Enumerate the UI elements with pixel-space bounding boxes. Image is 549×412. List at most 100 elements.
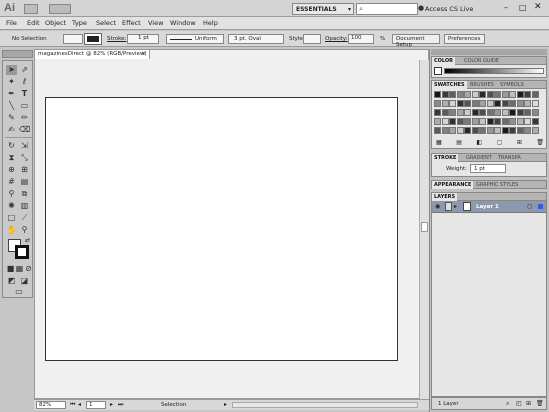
swatch-chip[interactable] (531, 91, 539, 98)
swatch-chip[interactable] (509, 100, 516, 107)
scale-tool-icon[interactable]: ⇲ (19, 141, 30, 151)
cs-live-link[interactable]: Access CS Live (425, 5, 473, 13)
swatch-chip[interactable] (456, 118, 464, 125)
new-layer-icon[interactable]: ⊞ (526, 400, 531, 407)
document-setup-button[interactable]: Document Setup (392, 34, 440, 48)
brush-definition[interactable]: 3 pt. Oval (228, 34, 284, 44)
stroke-label[interactable]: Stroke: (107, 36, 126, 42)
symbol-sprayer-tool-icon[interactable]: ✺ (6, 201, 17, 211)
scroll-thumb[interactable] (421, 222, 428, 232)
swatch-chip[interactable] (501, 127, 509, 134)
next-artboard-icon[interactable]: ▸ (110, 401, 113, 408)
expand-layer-icon[interactable]: ▸ (454, 203, 457, 210)
swatch-chip[interactable] (494, 109, 501, 116)
workspace-switcher[interactable]: ESSENTIALS ▾ (292, 3, 354, 15)
column-graph-tool-icon[interactable]: ▥ (19, 201, 30, 211)
menu-type[interactable]: Type (72, 19, 87, 27)
vertical-scrollbar[interactable] (419, 60, 429, 399)
swatch-chip[interactable] (516, 109, 524, 116)
rotate-tool-icon[interactable]: ↻ (6, 141, 17, 151)
swatch-chip[interactable] (516, 118, 524, 125)
swatch-chip[interactable] (456, 127, 464, 134)
pen-tool-icon[interactable]: ✒ (6, 89, 17, 99)
horizontal-scrollbar[interactable] (232, 402, 418, 408)
go-to-bridge-button[interactable] (24, 4, 38, 14)
tab-graphic-styles[interactable]: GRAPHIC STYLES (474, 181, 520, 189)
stroke-color-box[interactable] (15, 245, 29, 259)
swatch-chip[interactable] (486, 118, 494, 125)
tab-transparency[interactable]: TRANSPA (496, 154, 523, 162)
color-spectrum-bar[interactable] (444, 68, 544, 74)
menu-object[interactable]: Object (45, 19, 66, 27)
tab-swatches[interactable]: SWATCHES (432, 81, 467, 89)
tab-color-guide[interactable]: COLOR GUIDE (462, 57, 501, 65)
pencil-tool-icon[interactable]: ✏ (19, 113, 30, 123)
first-artboard-icon[interactable]: ⏮ (70, 401, 75, 409)
swatch-chip[interactable] (516, 100, 524, 107)
selection-tool-icon[interactable]: ➤ (6, 65, 17, 75)
swatch-chip[interactable] (456, 100, 464, 107)
swatch-chip[interactable] (471, 118, 479, 125)
swatch-chip[interactable] (501, 91, 509, 98)
stroke-weight-field[interactable]: 1 pt (127, 34, 159, 44)
weight-field[interactable]: 1 pt (470, 164, 506, 173)
swatch-chip[interactable] (524, 109, 531, 116)
direct-selection-tool-icon[interactable]: ⇗ (19, 65, 30, 75)
draw-normal-icon[interactable]: ◩ (6, 276, 17, 286)
swatch-chip[interactable] (479, 100, 486, 107)
swatch-chip[interactable] (501, 100, 509, 107)
clipping-mask-icon[interactable]: ◰ (516, 400, 522, 407)
lasso-tool-icon[interactable]: ℓ (19, 77, 30, 87)
menu-edit[interactable]: Edit (27, 19, 40, 27)
swatch-chip[interactable] (449, 118, 456, 125)
artboard-tool-icon[interactable]: □ (6, 213, 17, 223)
target-circle-icon[interactable]: ○ (527, 203, 532, 210)
line-segment-tool-icon[interactable]: ╲ (6, 101, 17, 111)
hand-tool-icon[interactable]: ✋ (6, 225, 17, 235)
arrange-documents-button[interactable] (49, 4, 71, 14)
menu-window[interactable]: Window (170, 19, 196, 27)
help-search-input[interactable]: ⌕ (356, 3, 418, 15)
panel-dock-header[interactable] (431, 49, 547, 55)
none-mode-icon[interactable]: ⊘ (23, 264, 34, 274)
maximize-button[interactable]: □ (519, 3, 527, 12)
swatch-options-icon[interactable]: ◧ (476, 139, 482, 146)
swatch-chip[interactable] (449, 100, 456, 107)
swatch-chip[interactable] (524, 100, 531, 107)
swatch-chip[interactable] (516, 91, 524, 98)
perspective-grid-tool-icon[interactable]: ⊞ (19, 165, 30, 175)
status-menu-icon[interactable]: ▸ (224, 401, 227, 408)
swatch-chip[interactable] (456, 109, 464, 116)
swatch-chip[interactable] (524, 91, 531, 98)
swatch-chip[interactable] (434, 91, 441, 98)
mesh-tool-icon[interactable]: # (6, 177, 17, 187)
swatch-chip[interactable] (434, 109, 441, 116)
swatch-chip[interactable] (486, 91, 494, 98)
stroke-swatch[interactable] (84, 33, 102, 45)
swatch-chip[interactable] (479, 91, 486, 98)
zoom-level-field[interactable]: 82% (36, 401, 66, 409)
new-group-icon[interactable]: ▢ (497, 139, 503, 146)
swatch-chip[interactable] (449, 127, 456, 134)
swatch-chip[interactable] (449, 91, 456, 98)
swap-colors-icon[interactable]: ⇄ (25, 237, 30, 244)
tab-symbols[interactable]: SYMBOLS (498, 81, 526, 89)
width-tool-icon[interactable]: ⧗ (6, 153, 17, 163)
swatch-chip[interactable] (531, 118, 539, 125)
menu-view[interactable]: View (148, 19, 163, 27)
swatch-chip[interactable] (509, 109, 516, 116)
swatch-chip[interactable] (531, 100, 539, 107)
preferences-button[interactable]: Preferences (444, 34, 485, 44)
zoom-tool-icon[interactable]: ⚲ (19, 225, 30, 235)
swatch-chip[interactable] (486, 109, 494, 116)
type-tool-icon[interactable]: T (19, 89, 30, 99)
artboard-navigation-field[interactable]: 1 (86, 401, 106, 409)
locate-object-icon[interactable]: ⌕ (506, 400, 509, 408)
swatch-chip[interactable] (494, 100, 501, 107)
swatch-chip[interactable] (449, 109, 456, 116)
paintbrush-tool-icon[interactable]: ✎ (6, 113, 17, 123)
menu-select[interactable]: Select (96, 19, 116, 27)
fill-swatch[interactable] (63, 34, 83, 44)
swatch-chip[interactable] (509, 118, 516, 125)
swatch-chip[interactable] (441, 109, 449, 116)
